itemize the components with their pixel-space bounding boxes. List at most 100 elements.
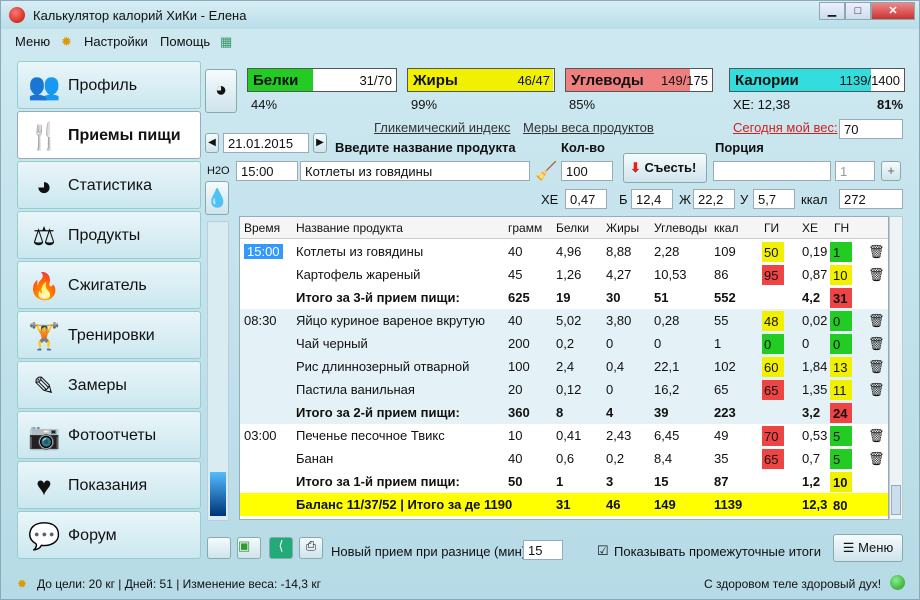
next-date-button[interactable]: ▶ xyxy=(313,133,327,153)
table-row[interactable]: Банан 40 0,6 0,2 8,4 35 65 0,7 5 🗑 xyxy=(240,447,888,470)
xe-label: ХЕ xyxy=(541,192,559,207)
plus-button[interactable]: + xyxy=(881,161,901,181)
menu-button[interactable]: ☰ Меню xyxy=(833,534,903,562)
table-row[interactable]: 15:00 Котлеты из говядины 40 4,96 8,88 2,28 10… xyxy=(240,240,888,263)
trash-icon[interactable]: 🗑 xyxy=(868,382,885,398)
chat-icon[interactable]: ▣ xyxy=(237,537,261,559)
sidebar-item-1[interactable]: 🍴 Приемы пищи xyxy=(17,111,201,159)
arrow-down-icon: ⬇ xyxy=(630,160,641,175)
trash-icon[interactable]: 🗑 xyxy=(868,451,885,467)
close-button[interactable]: ✕ xyxy=(871,2,915,20)
gi-cell: 95 xyxy=(762,265,784,285)
table-row[interactable]: Рис длиннозерный отварной 100 2,4 0,4 22,1 10… xyxy=(240,355,888,378)
trash-icon[interactable]: 🗑 xyxy=(868,428,885,444)
trash-icon[interactable]: 🗑 xyxy=(868,267,885,283)
sms-icon[interactable] xyxy=(207,537,231,559)
meter-2: Углеводы 149/175 xyxy=(565,68,713,92)
cell-kcal: 1 xyxy=(714,336,722,351)
column-header[interactable]: ХЕ xyxy=(802,221,818,235)
time-input[interactable]: 15:00 xyxy=(236,161,298,181)
gear-icon[interactable]: ✹ xyxy=(61,34,72,50)
sidebar-item-5[interactable]: 🏋 Тренировки xyxy=(17,311,201,359)
sidebar-item-7[interactable]: 📷 Фотоотчеты xyxy=(17,411,201,459)
column-header[interactable]: ГИ xyxy=(764,221,779,235)
cell-zh: 3 xyxy=(606,474,614,489)
scrollbar-thumb[interactable] xyxy=(891,485,901,515)
cell-xe: 0 xyxy=(802,336,810,351)
eat-button[interactable]: ⬇ Съесть! xyxy=(623,153,707,183)
table-row[interactable]: Чай черный 200 0,2 0 0 1 0 0 0 🗑 xyxy=(240,332,888,355)
gi-value: 50 xyxy=(764,245,779,260)
calculator-icon[interactable]: ▦ xyxy=(220,34,232,50)
sidebar-item-2[interactable]: ◕ Статистика xyxy=(17,161,201,209)
minimize-button[interactable]: ▁ xyxy=(819,2,845,20)
product-input[interactable]: Котлеты из говядины xyxy=(300,161,530,181)
gi-value: 65 xyxy=(764,383,779,398)
menu-item-help[interactable]: Помощь xyxy=(160,34,210,49)
cell-u: 0 xyxy=(654,336,662,351)
pie-chart-icon[interactable]: ◕ xyxy=(205,69,237,113)
status-left: До цели: 20 кг | Дней: 51 | Изменение ве… xyxy=(37,577,321,591)
gn-cell: 11 xyxy=(830,380,852,400)
menu-item-menu[interactable]: Меню xyxy=(15,34,50,49)
table-row[interactable]: 03:00 Печенье песочное Твикс 10 0,41 2,43 6,4… xyxy=(240,424,888,447)
meter-name: Жиры xyxy=(413,72,458,89)
table-row[interactable]: Пастила ванильная 20 0,12 0 16,2 65 65 1,35 11 🗑 xyxy=(240,378,888,401)
broom-icon[interactable]: 🧹 xyxy=(535,161,557,182)
column-header[interactable]: ккал xyxy=(714,221,738,235)
sidebar-item-0[interactable]: 👥 Профиль xyxy=(17,61,201,109)
enter-product-label: Введите название продукта xyxy=(335,140,516,155)
cell-b: 1 xyxy=(556,474,564,489)
sidebar-item-8[interactable]: ♥ Показания xyxy=(17,461,201,509)
trash-icon[interactable]: 🗑 xyxy=(868,244,885,260)
trash-icon[interactable]: 🗑 xyxy=(868,313,885,329)
sidebar-item-9[interactable]: 💬 Форум xyxy=(17,511,201,559)
weights-link[interactable]: Меры веса продуктов xyxy=(523,120,654,135)
column-header[interactable]: Время xyxy=(244,221,280,235)
column-header[interactable]: ГН xyxy=(834,221,849,235)
gi-cell: 65 xyxy=(762,380,784,400)
cell-name: Итого за 2-й прием пищи: xyxy=(296,405,460,420)
column-header[interactable]: грамм xyxy=(508,221,542,235)
portion-select[interactable] xyxy=(713,161,831,181)
table-row[interactable]: 08:30 Яйцо куриное вареное вкрутую 40 5,02 3… xyxy=(240,309,888,332)
table-scrollbar[interactable] xyxy=(889,216,903,520)
date-input[interactable]: 21.01.2015 xyxy=(223,133,309,153)
column-header[interactable]: Название продукта xyxy=(296,221,403,235)
print-icon[interactable]: ⎙ xyxy=(299,537,323,559)
meter-name: Калории xyxy=(735,72,799,89)
show-totals-checkbox[interactable]: ☑ xyxy=(597,543,609,559)
column-header[interactable]: Белки xyxy=(556,221,589,235)
share-icon[interactable]: ⟨ xyxy=(269,537,293,559)
sidebar-item-6[interactable]: ✎ Замеры xyxy=(17,361,201,409)
trash-icon[interactable]: 🗑 xyxy=(868,336,885,352)
new-meal-select[interactable]: 15 xyxy=(523,540,563,560)
sidebar-item-4[interactable]: 🔥 Сжигатель xyxy=(17,261,201,309)
water-drop-icon[interactable]: 💧 xyxy=(205,181,229,215)
meter-pct: 99% xyxy=(411,97,438,112)
cell-xe: 3,2 xyxy=(802,405,821,420)
gi-value: 60 xyxy=(764,360,779,375)
table-row[interactable]: Картофель жареный 45 1,26 4,27 10,53 86 95 0,87… xyxy=(240,263,888,286)
menu-item-settings[interactable]: Настройки xyxy=(84,34,148,49)
prev-date-button[interactable]: ◀ xyxy=(205,133,219,153)
weight-input[interactable]: 70 xyxy=(839,119,903,139)
status-indicator xyxy=(890,575,905,590)
sidebar-item-3[interactable]: ⚖ Продукты xyxy=(17,211,201,259)
gn-value: 0 xyxy=(833,314,841,329)
maximize-button[interactable]: □ xyxy=(845,2,871,20)
trash-icon[interactable]: 🗑 xyxy=(868,359,885,375)
column-header[interactable]: Жиры xyxy=(606,221,639,235)
xe-field: 0,47 xyxy=(565,189,607,209)
meter-value: 149/175 xyxy=(661,73,708,88)
portion-count[interactable]: 1 xyxy=(835,161,875,181)
gi-value: 0 xyxy=(764,337,772,352)
menu-bar: Меню ✹ Настройки Помощь ▦ xyxy=(1,29,919,53)
weight-today-link[interactable]: Сегодня мой вес: xyxy=(733,120,838,135)
qty-select[interactable]: 100 xyxy=(561,161,613,181)
column-header[interactable]: Углеводы xyxy=(654,221,707,235)
gi-cell: 50 xyxy=(762,242,784,262)
gi-link[interactable]: Гликемический индекс xyxy=(374,120,510,135)
cell-g: 20 xyxy=(508,382,523,397)
cell-b: 8 xyxy=(556,405,564,420)
